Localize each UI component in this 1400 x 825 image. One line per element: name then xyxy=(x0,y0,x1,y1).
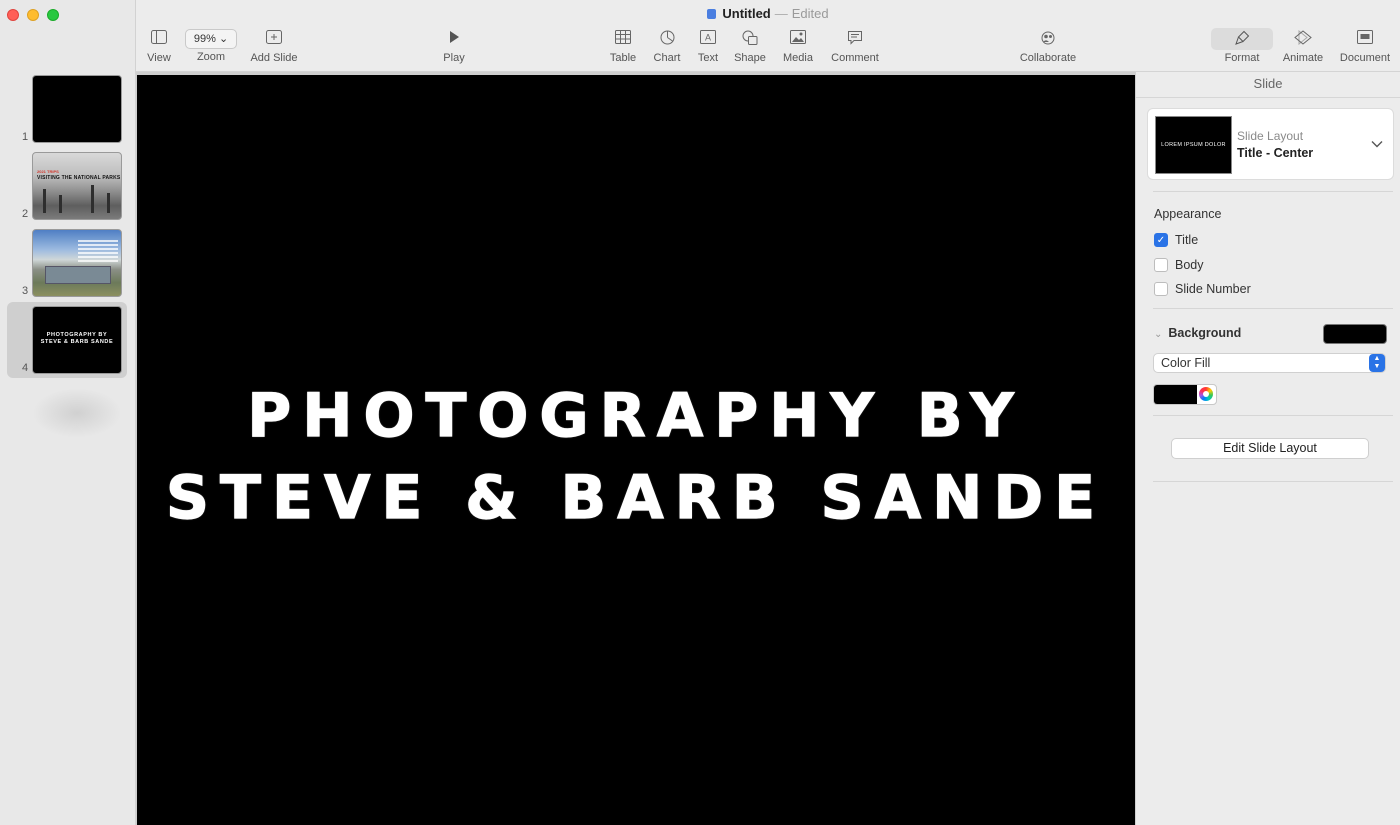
format-button[interactable]: Format xyxy=(1220,30,1264,64)
shape-button[interactable]: Shape xyxy=(733,30,767,64)
slide-number-checkbox[interactable] xyxy=(1154,282,1168,296)
thumbnail-title: VISITING THE NATIONAL PARKS xyxy=(37,175,121,181)
divider xyxy=(1153,308,1393,309)
select-arrows-icon: ▲ ▼ xyxy=(1369,354,1385,372)
comment-icon xyxy=(829,30,881,48)
chevron-down-icon: ⌄ xyxy=(218,33,229,45)
slide-navigator: 1 2 2021 TRIPS VISITING THE NATIONAL PAR… xyxy=(0,0,136,825)
slide-thumbnail-2[interactable]: 2021 TRIPS VISITING THE NATIONAL PARKS xyxy=(32,152,122,220)
drop-placeholder xyxy=(32,388,122,438)
paintbrush-icon xyxy=(1220,30,1264,48)
divider xyxy=(1153,415,1393,416)
chart-icon xyxy=(651,30,683,48)
current-slide[interactable]: PHOTOGRAPHY BY STEVE & BARB SANDE xyxy=(137,75,1135,825)
animate-diamond-icon xyxy=(1281,29,1325,48)
zoom-window-button[interactable] xyxy=(47,9,59,21)
fill-color-swatch[interactable] xyxy=(1154,385,1197,404)
add-slide-icon xyxy=(248,30,300,48)
thumbnail-title: PHOTOGRAPHY BY STEVE & BARB SANDE xyxy=(40,332,114,345)
comment-button[interactable]: Comment xyxy=(829,30,881,64)
slide-number: 4 xyxy=(22,362,29,374)
toolbar: Untitled — Edited View 99% ⌄ Zoom Add Slid… xyxy=(136,0,1400,72)
slide-number: 3 xyxy=(22,285,29,297)
play-icon xyxy=(440,30,468,48)
view-button[interactable]: View xyxy=(146,30,172,64)
window-controls xyxy=(7,9,59,21)
body-checkbox-row[interactable]: Body xyxy=(1154,256,1204,274)
table-button[interactable]: Table xyxy=(608,30,638,64)
close-window-button[interactable] xyxy=(7,9,19,21)
chevron-down-icon: ⌄ xyxy=(1154,329,1163,340)
slide-layout-picker[interactable]: LOREM IPSUM DOLOR Slide Layout Title - C… xyxy=(1147,108,1394,180)
layout-value: Title - Center xyxy=(1237,146,1314,160)
title-checkbox-row[interactable]: ✓ Title xyxy=(1154,231,1198,249)
zoom-control[interactable]: 99% ⌄ Zoom xyxy=(184,29,238,63)
slide-number-checkbox-row[interactable]: Slide Number xyxy=(1154,280,1251,298)
slide-number: 1 xyxy=(22,131,29,143)
keynote-window: 1 2 2021 TRIPS VISITING THE NATIONAL PAR… xyxy=(0,0,1400,825)
animate-button[interactable]: Animate xyxy=(1281,29,1325,64)
chevron-down-icon[interactable] xyxy=(1371,135,1383,151)
building-shape xyxy=(45,266,111,284)
divider xyxy=(1153,481,1393,482)
slide-thumbnail-1[interactable] xyxy=(32,75,122,143)
thumbnail-text-lines xyxy=(78,240,118,264)
add-slide-button[interactable]: Add Slide xyxy=(248,30,300,64)
window-title: Untitled — Edited xyxy=(136,6,1400,21)
shape-icon xyxy=(733,30,767,48)
slide-thumbnail-4[interactable]: PHOTOGRAPHY BY STEVE & BARB SANDE xyxy=(32,306,122,374)
cactus-shape xyxy=(43,189,46,213)
zoom-dropdown[interactable]: 99% ⌄ xyxy=(185,29,237,49)
title-checkbox[interactable]: ✓ xyxy=(1154,233,1168,247)
divider xyxy=(1153,191,1393,192)
slide-thumbnail-3[interactable] xyxy=(32,229,122,297)
svg-text:A: A xyxy=(705,33,711,43)
layout-thumbnail: LOREM IPSUM DOLOR xyxy=(1155,116,1232,174)
appearance-heading: Appearance xyxy=(1154,207,1222,221)
text-box-icon: A xyxy=(695,30,721,48)
background-color-swatch[interactable] xyxy=(1323,324,1387,344)
slide-thumbnail-row-2[interactable]: 2 2021 TRIPS VISITING THE NATIONAL PARKS xyxy=(0,152,136,228)
collaborate-icon xyxy=(1016,30,1080,48)
photo-icon xyxy=(781,30,815,48)
cactus-shape xyxy=(59,195,62,213)
cactus-shape xyxy=(107,193,110,213)
inspector-tab-slide[interactable]: Slide xyxy=(1136,72,1400,98)
layout-label: Slide Layout xyxy=(1237,129,1304,143)
body-checkbox[interactable] xyxy=(1154,258,1168,272)
play-button[interactable]: Play xyxy=(440,30,468,64)
format-inspector: Slide LOREM IPSUM DOLOR Slide Layout Tit… xyxy=(1135,72,1400,825)
slide-thumbnail-row-4[interactable]: 4 PHOTOGRAPHY BY STEVE & BARB SANDE xyxy=(0,302,136,382)
cactus-shape xyxy=(91,185,94,213)
document-icon xyxy=(707,9,717,19)
minimize-window-button[interactable] xyxy=(27,9,39,21)
table-icon xyxy=(608,30,638,48)
sidebar-icon xyxy=(146,30,172,48)
collaborate-button[interactable]: Collaborate xyxy=(1016,30,1080,64)
document-panel-icon xyxy=(1337,30,1393,48)
thumbnail-subtitle: 2021 TRIPS xyxy=(37,169,59,174)
slide-number: 2 xyxy=(22,208,29,220)
chart-button[interactable]: Chart xyxy=(651,30,683,64)
color-wheel-icon[interactable] xyxy=(1199,387,1213,401)
document-button[interactable]: Document xyxy=(1337,30,1393,64)
slide-thumbnail-row-3[interactable]: 3 xyxy=(0,229,136,305)
fill-color-well[interactable] xyxy=(1153,384,1217,405)
fill-type-select[interactable]: Color Fill ▲ ▼ xyxy=(1153,353,1386,373)
slide-title-text[interactable]: PHOTOGRAPHY BY STEVE & BARB SANDE xyxy=(137,375,1135,539)
edit-slide-layout-button[interactable]: Edit Slide Layout xyxy=(1171,438,1369,459)
slide-canvas: PHOTOGRAPHY BY STEVE & BARB SANDE xyxy=(136,72,1135,825)
background-section-toggle[interactable]: ⌄ Background xyxy=(1154,326,1241,340)
media-button[interactable]: Media xyxy=(781,30,815,64)
slide-thumbnail-row-1[interactable]: 1 xyxy=(0,75,136,151)
text-button[interactable]: A Text xyxy=(695,30,721,64)
